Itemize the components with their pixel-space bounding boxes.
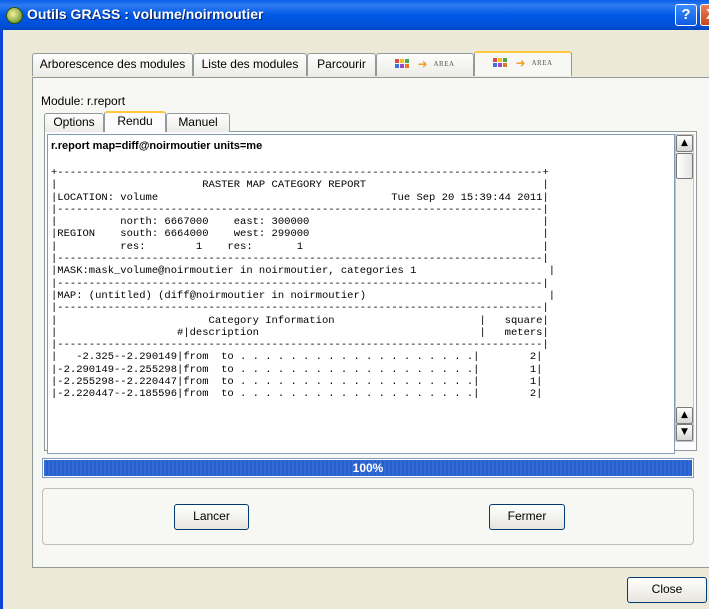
scroll-up-button[interactable]: ▲ xyxy=(676,135,693,152)
tab-area-1[interactable]: ➜ AREA xyxy=(376,53,474,76)
command-line: r.report map=diff@noirmoutier units=me xyxy=(51,140,263,152)
close-window-button[interactable]: X xyxy=(700,4,709,26)
module-label: Module: r.report xyxy=(41,94,126,108)
arrow-right-icon: ➜ xyxy=(515,56,526,70)
tab-manual[interactable]: Manuel xyxy=(166,113,230,132)
vertical-scrollbar[interactable]: ▲ ▲ ▼ xyxy=(675,134,694,442)
action-button-frame xyxy=(42,488,694,545)
arrow-right-icon: ➜ xyxy=(417,57,428,71)
scrollbar-thumb[interactable] xyxy=(676,153,693,179)
area-module-icon: ➜ AREA xyxy=(493,53,552,74)
report-text: +---------------------------------------… xyxy=(51,167,556,401)
progress-bar: 100% xyxy=(42,458,694,478)
area-module-icon: ➜ AREA xyxy=(395,54,454,75)
close-button[interactable]: Close xyxy=(627,577,707,603)
output-text-area[interactable]: r.report map=diff@noirmoutier units=me +… xyxy=(47,134,675,454)
close-module-button[interactable]: Fermer xyxy=(489,504,565,530)
scroll-down-button[interactable]: ▼ xyxy=(676,424,693,441)
grass-app-icon xyxy=(6,7,23,24)
window-title: Outils GRASS : volume/noirmoutier xyxy=(27,6,264,22)
run-button[interactable]: Lancer xyxy=(174,504,249,530)
tab-options[interactable]: Options xyxy=(44,113,104,132)
tab-browse[interactable]: Parcourir xyxy=(307,53,376,76)
tab-area-2[interactable]: ➜ AREA xyxy=(474,51,572,76)
scroll-up-button-lower[interactable]: ▲ xyxy=(676,407,693,424)
title-bar: Outils GRASS : volume/noirmoutier ? X xyxy=(0,0,709,30)
tab-module-tree[interactable]: Arborescence des modules xyxy=(32,53,193,76)
progress-label: 100% xyxy=(352,461,384,475)
help-button[interactable]: ? xyxy=(675,4,697,26)
tab-output[interactable]: Rendu xyxy=(104,111,166,132)
tab-module-list[interactable]: Liste des modules xyxy=(193,53,307,76)
